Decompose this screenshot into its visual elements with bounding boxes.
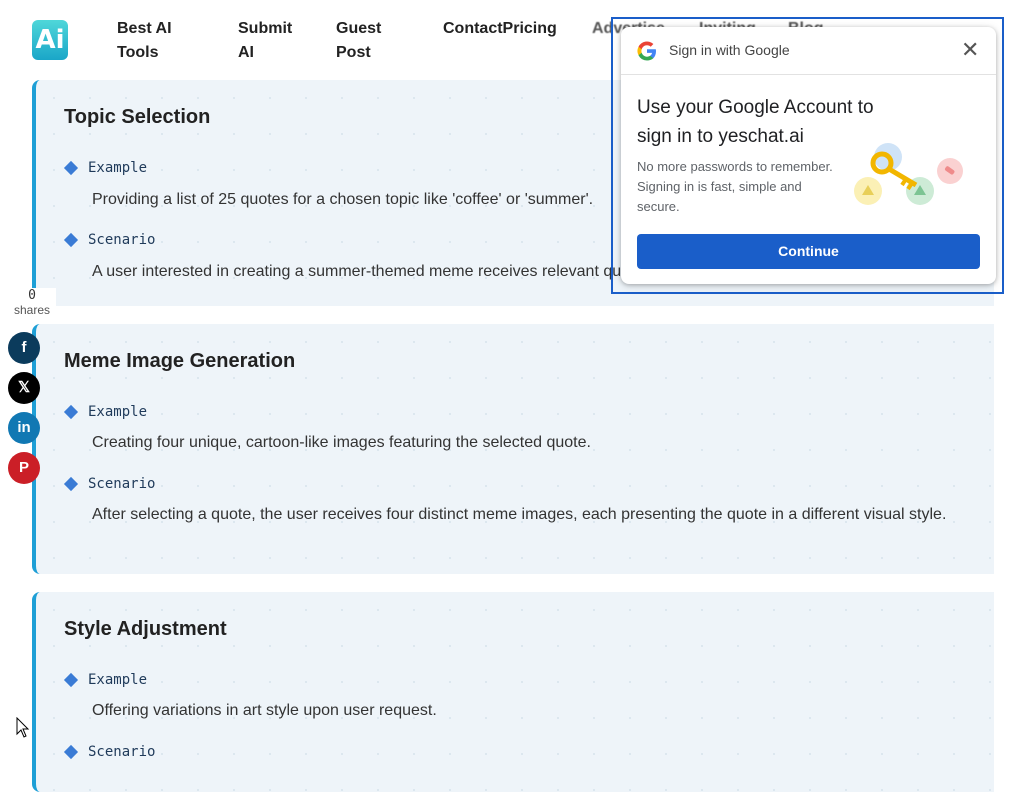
google-signin-popup: Sign in with Google ✕ Use your Google Ac… <box>621 27 996 284</box>
feature-card-style-adjustment: Style Adjustment Example Offering variat… <box>32 592 994 792</box>
diamond-icon <box>63 232 79 248</box>
scenario-label: Scenario <box>88 476 156 492</box>
pinterest-icon: P <box>18 459 29 476</box>
continue-button[interactable]: Continue <box>637 234 980 269</box>
popup-header-title: Sign in with Google <box>669 42 790 58</box>
example-tag: Example <box>63 402 148 422</box>
card-title: Meme Image Generation <box>64 350 296 372</box>
example-label: Example <box>88 672 148 688</box>
nav-contact-pricing[interactable]: ContactPricing <box>443 17 557 41</box>
key-illustration-icon <box>854 143 963 205</box>
share-label: shares <box>13 303 51 317</box>
popup-body: No more passwords to remember. Signing i… <box>637 159 833 214</box>
nav-submit-ai[interactable]: Submit AI <box>238 17 292 65</box>
diamond-icon <box>63 160 79 176</box>
diamond-icon <box>63 744 79 760</box>
scenario-tag: Scenario <box>63 742 156 762</box>
diamond-icon <box>63 404 79 420</box>
feature-card-meme-image-generation: Meme Image Generation Example Creating f… <box>32 324 994 574</box>
example-text: Offering variations in art style upon us… <box>92 702 437 719</box>
share-counter: 0 shares <box>8 288 56 317</box>
diamond-icon <box>63 476 79 492</box>
share-count: 0 <box>28 288 36 303</box>
scenario-label: Scenario <box>88 744 156 760</box>
x-icon: 𝕏 <box>17 379 31 396</box>
scenario-tag: Scenario <box>63 230 156 250</box>
example-text: Providing a list of 25 quotes for a chos… <box>92 191 594 208</box>
nav-best-ai-tools[interactable]: Best AI Tools <box>117 17 172 65</box>
scenario-tag: Scenario <box>63 474 156 494</box>
pinterest-share-button[interactable]: P <box>8 452 40 484</box>
example-label: Example <box>88 404 148 420</box>
google-g-icon <box>637 41 656 61</box>
example-tag: Example <box>63 158 148 178</box>
facebook-icon: f <box>21 339 27 356</box>
scenario-label: Scenario <box>88 232 156 248</box>
popup-header: Sign in with Google ✕ <box>621 27 996 75</box>
card-title: Style Adjustment <box>64 618 227 640</box>
mouse-cursor-icon <box>16 717 30 738</box>
scenario-text: A user interested in creating a summer-t… <box>92 263 622 280</box>
site-logo[interactable]: Ai <box>32 20 68 60</box>
linkedin-icon: in <box>17 419 31 436</box>
example-tag: Example <box>63 670 148 690</box>
x-share-button[interactable]: 𝕏 <box>8 372 40 404</box>
diamond-icon <box>63 672 79 688</box>
nav-guest-post[interactable]: Guest Post <box>336 17 381 65</box>
card-title: Topic Selection <box>64 106 211 128</box>
facebook-share-button[interactable]: f <box>8 332 40 364</box>
example-text: Creating four unique, cartoon-like image… <box>92 434 591 451</box>
scenario-text: After selecting a quote, the user receiv… <box>92 506 947 523</box>
linkedin-share-button[interactable]: in <box>8 412 40 444</box>
example-label: Example <box>88 160 148 176</box>
close-icon[interactable]: ✕ <box>961 37 979 63</box>
